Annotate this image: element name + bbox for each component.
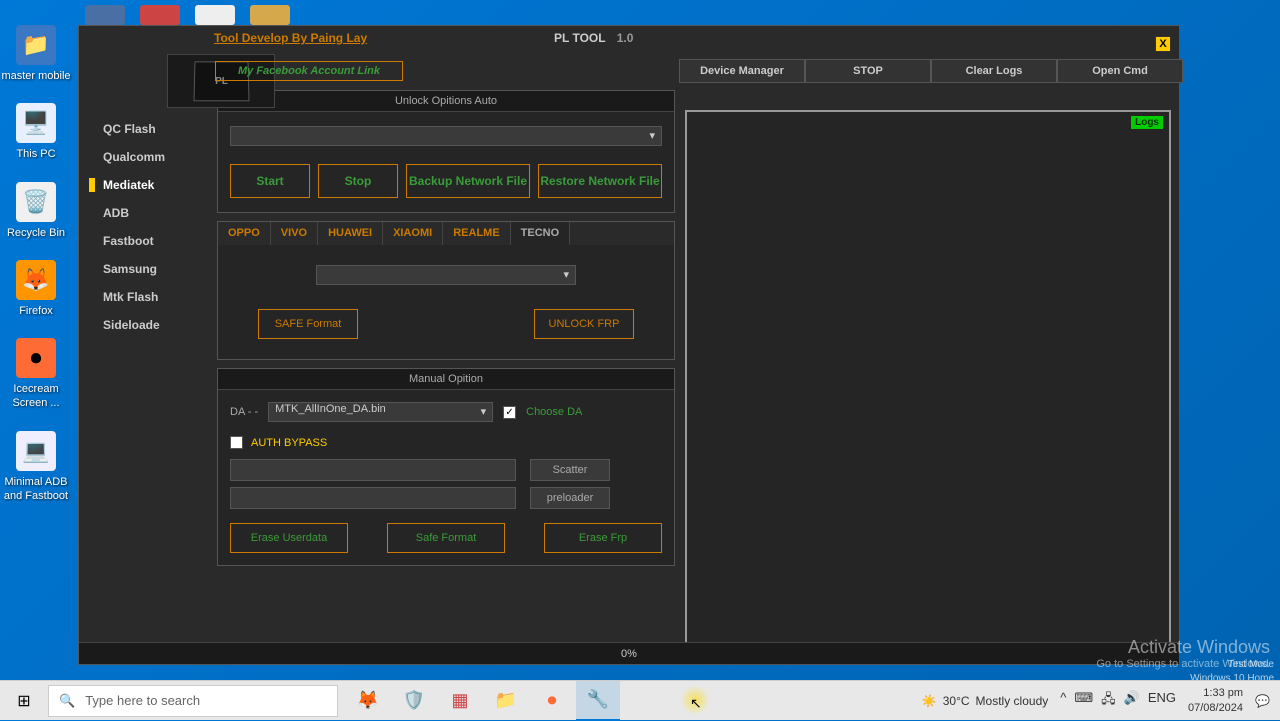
weather-widget[interactable]: ☀️ 30°C Mostly cloudy (922, 694, 1048, 708)
brand-tabs: OPPO VIVO HUAWEI XIAOMI REALME TECNO (218, 222, 674, 245)
unlock-header: Unlock Opitions Auto (218, 91, 674, 112)
taskbar-firefox[interactable]: 🦊 (346, 681, 390, 721)
auth-bypass-label: AUTH BYPASS (251, 437, 327, 449)
nav-mediatek[interactable]: Mediatek (79, 171, 209, 199)
title-tool-name: PL TOOL 1.0 (554, 31, 633, 45)
backup-network-button[interactable]: Backup Network File (406, 164, 530, 198)
search-icon: 🔍 (59, 693, 75, 709)
taskbar-security[interactable]: 🛡️ (392, 681, 436, 721)
tab-vivo[interactable]: VIVO (271, 222, 318, 245)
pl-tool-window: Tool Develop By Paing Lay PL TOOL 1.0 X … (78, 25, 1180, 665)
desktop-icon-minimal-adb[interactable]: 💻Minimal ADB and Fastboot (0, 431, 72, 504)
system-tray: ☀️ 30°C Mostly cloudy ^ ⌨ 🖧 🔊 ENG 1:33 p… (922, 686, 1280, 715)
erase-userdata-button[interactable]: Erase Userdata (230, 523, 348, 553)
brand-model-dropdown[interactable] (316, 265, 576, 285)
manual-header: Manual Opition (218, 369, 674, 390)
sidebar-nav: QC Flash Qualcomm Mediatek ADB Fastboot … (79, 50, 209, 664)
facebook-link[interactable]: My Facebook Account Link (215, 61, 403, 81)
tab-xiaomi[interactable]: XIAOMI (383, 222, 443, 245)
manual-option-panel: Manual Opition DA - - MTK_AllInOne_DA.bi… (217, 368, 675, 566)
scatter-input[interactable] (230, 459, 516, 481)
scatter-button[interactable]: Scatter (530, 459, 610, 481)
start-button[interactable]: Start (230, 164, 310, 198)
taskbar-icecream[interactable]: ⏺ (530, 681, 574, 721)
nav-samsung[interactable]: Samsung (79, 255, 209, 283)
tab-realme[interactable]: REALME (443, 222, 510, 245)
progress-bar: 0% (79, 642, 1179, 664)
brand-panel: OPPO VIVO HUAWEI XIAOMI REALME TECNO SAF… (217, 221, 675, 360)
desktop-icon-icecream[interactable]: ⏺Icecream Screen ... (0, 338, 72, 411)
close-button[interactable]: X (1155, 36, 1171, 52)
da-label: DA - - (230, 406, 258, 418)
open-cmd-button[interactable]: Open Cmd (1057, 59, 1183, 83)
desktop: 📁master mobile 🖥️This PC 🗑️Recycle Bin 🦊… (0, 0, 80, 680)
weather-icon: ☀️ (922, 694, 937, 708)
search-box[interactable]: 🔍 Type here to search (48, 685, 338, 717)
tray-language-icon[interactable]: ENG (1148, 690, 1176, 712)
desktop-icon-master-mobile[interactable]: 📁master mobile (0, 25, 72, 83)
desktop-icon-recycle-bin[interactable]: 🗑️Recycle Bin (0, 182, 72, 240)
nav-qualcomm[interactable]: Qualcomm (79, 143, 209, 171)
tab-tecno[interactable]: TECNO (511, 222, 571, 245)
stop-button-2[interactable]: Stop (318, 164, 398, 198)
start-button-win[interactable]: ⊞ (0, 681, 48, 721)
tab-oppo[interactable]: OPPO (218, 222, 271, 245)
erase-frp-button[interactable]: Erase Frp (544, 523, 662, 553)
taskbar-pl-tool[interactable]: 🔧 (576, 681, 620, 721)
top-shortcuts (85, 5, 290, 25)
choose-da-label: Choose DA (526, 406, 582, 418)
choose-da-checkbox[interactable]: ✓ (503, 406, 516, 419)
nav-adb[interactable]: ADB (79, 199, 209, 227)
tray-volume-icon[interactable]: 🔊 (1124, 690, 1140, 712)
logs-badge: Logs (1131, 116, 1163, 129)
safe-format-button-2[interactable]: Safe Format (387, 523, 505, 553)
log-panel: Logs (685, 110, 1171, 650)
nav-fastboot[interactable]: Fastboot (79, 227, 209, 255)
nav-qc-flash[interactable]: QC Flash (79, 115, 209, 143)
da-select[interactable]: MTK_AllInOne_DA.bin (268, 402, 493, 422)
unlock-options-panel: Unlock Opitions Auto Start Stop Backup N… (217, 90, 675, 213)
nav-mtk-flash[interactable]: Mtk Flash (79, 283, 209, 311)
clear-logs-button[interactable]: Clear Logs (931, 59, 1057, 83)
safe-format-button[interactable]: SAFE Format (258, 309, 358, 339)
clock[interactable]: 1:33 pm 07/08/2024 (1188, 686, 1243, 715)
stop-button[interactable]: STOP (805, 59, 931, 83)
preloader-input[interactable] (230, 487, 516, 509)
taskbar-app1[interactable]: ▦ (438, 681, 482, 721)
title-developer[interactable]: Tool Develop By Paing Lay (214, 31, 367, 45)
unlock-frp-button[interactable]: UNLOCK FRP (534, 309, 634, 339)
tray-keyboard-icon[interactable]: ⌨ (1074, 690, 1093, 712)
tray-network-icon[interactable]: 🖧 (1101, 690, 1116, 712)
restore-network-button[interactable]: Restore Network File (538, 164, 662, 198)
taskbar-explorer[interactable]: 📁 (484, 681, 528, 721)
notifications-icon[interactable]: 💬 (1255, 694, 1270, 708)
auth-bypass-checkbox[interactable] (230, 436, 243, 449)
desktop-icon-firefox[interactable]: 🦊Firefox (0, 260, 72, 318)
device-manager-button[interactable]: Device Manager (679, 59, 805, 83)
desktop-icon-this-pc[interactable]: 🖥️This PC (0, 103, 72, 161)
tray-chevron-icon[interactable]: ^ (1060, 690, 1066, 712)
preloader-button[interactable]: preloader (530, 487, 610, 509)
nav-sideload[interactable]: Sideloade (79, 311, 209, 339)
unlock-dropdown[interactable] (230, 126, 662, 146)
taskbar: ⊞ 🔍 Type here to search 🦊 🛡️ ▦ 📁 ⏺ 🔧 ↖ ☀… (0, 680, 1280, 720)
top-action-buttons: Device Manager STOP Clear Logs Open Cmd (679, 59, 1183, 83)
title-bar: Tool Develop By Paing Lay PL TOOL 1.0 X (79, 26, 1179, 50)
tab-huawei[interactable]: HUAWEI (318, 222, 383, 245)
cursor-icon: ↖ (690, 695, 702, 712)
